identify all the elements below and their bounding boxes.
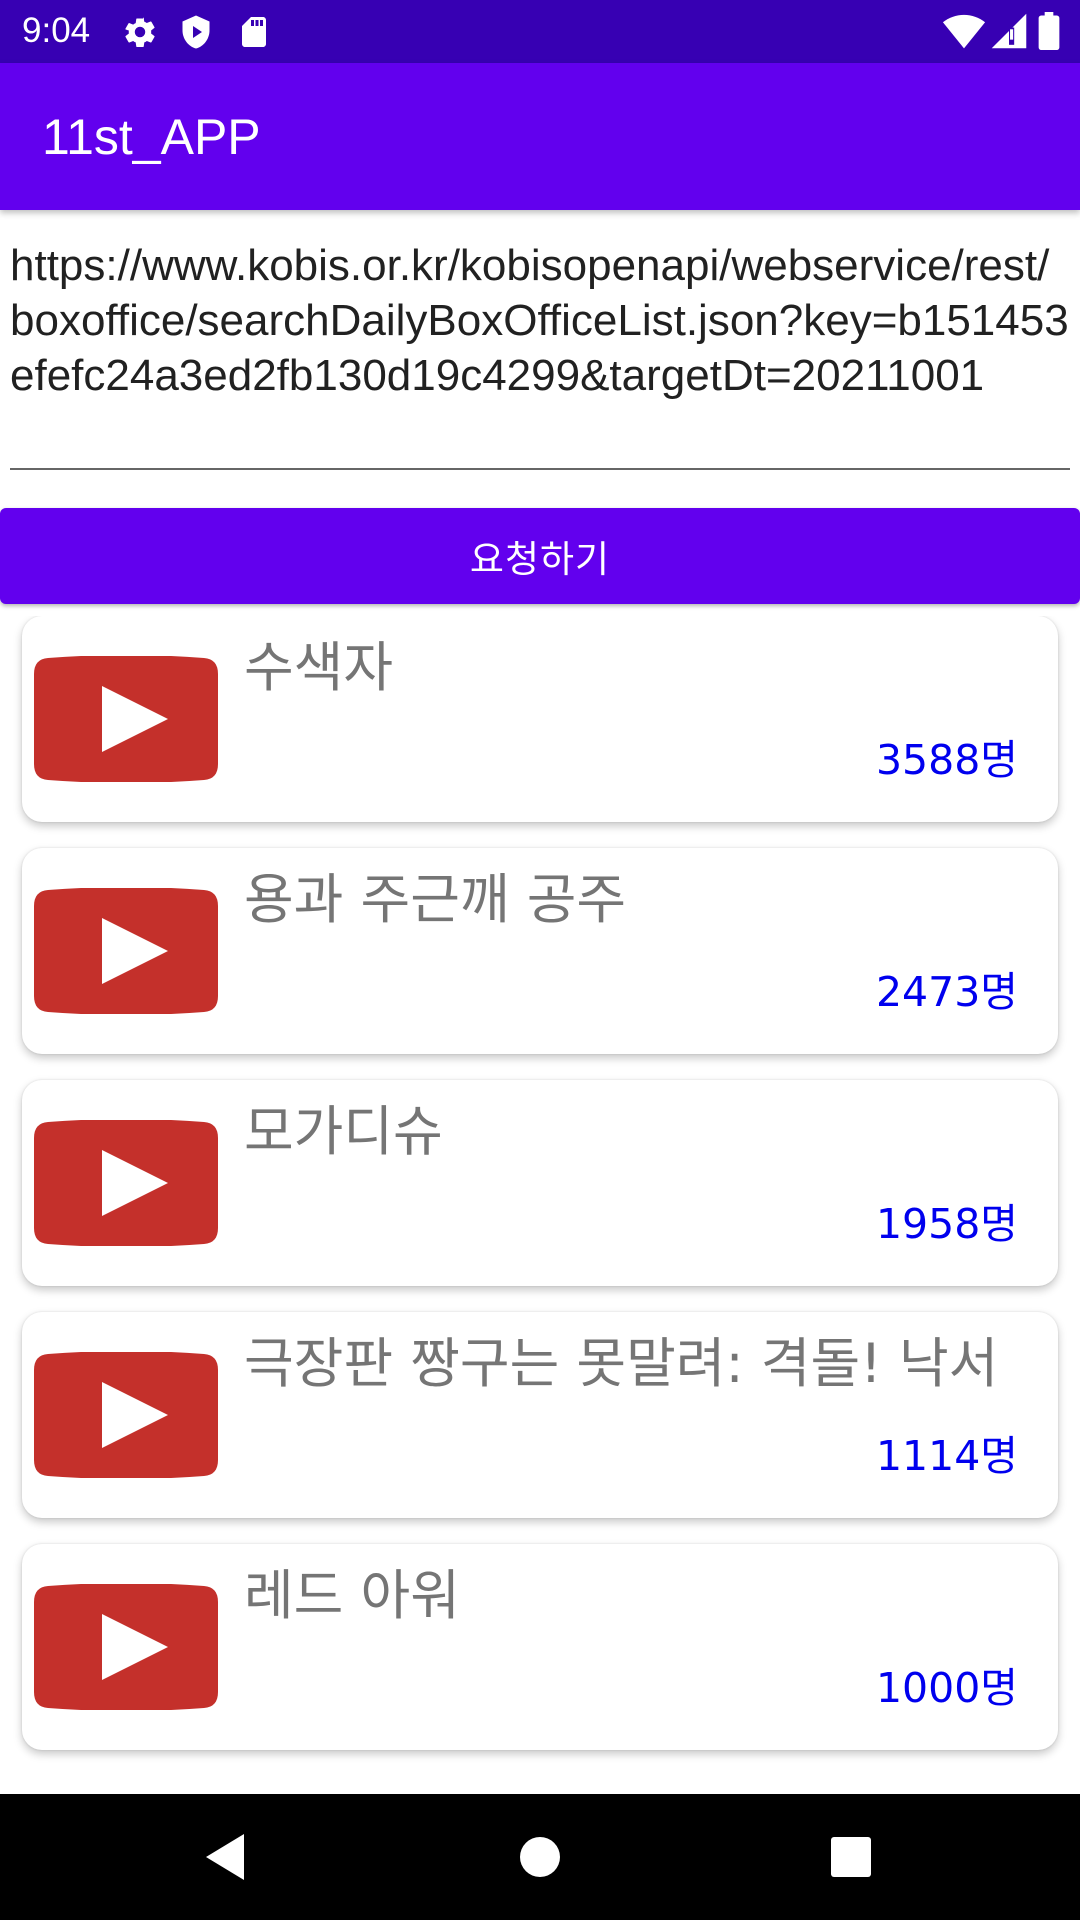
list-item[interactable]: 모가디슈 1958명	[22, 1080, 1058, 1286]
sd-card-icon	[242, 17, 266, 47]
list-item[interactable]: 극장판 짱구는 못말려: 격돌! 낙서 1114명	[22, 1312, 1058, 1518]
url-input-underline	[10, 468, 1070, 470]
app-bar: 11st_APP	[0, 63, 1080, 210]
movie-list[interactable]: 수색자 3588명 용과 주근깨 공주 2473명 모가디슈 1958명 극장판…	[0, 616, 1080, 1763]
audience-count: 1114명	[875, 1432, 1018, 1480]
audience-count: 2473명	[875, 968, 1018, 1016]
recents-icon[interactable]	[820, 1826, 882, 1888]
back-icon[interactable]	[194, 1826, 256, 1888]
shield-icon	[182, 15, 210, 49]
audience-count: 1000명	[875, 1664, 1018, 1712]
play-icon	[34, 1352, 218, 1478]
battery-icon	[1038, 12, 1060, 50]
app-title: 11st_APP	[42, 109, 261, 165]
audience-count: 3588명	[875, 736, 1018, 784]
cell-signal-icon	[991, 13, 1027, 49]
request-button[interactable]: 요청하기	[0, 508, 1080, 604]
audience-count: 1958명	[875, 1200, 1018, 1248]
play-icon	[34, 1584, 218, 1710]
status-time: 9:04	[22, 11, 91, 50]
list-item[interactable]: 레드 아워 1000명	[22, 1544, 1058, 1750]
url-input[interactable]: https://www.kobis.or.kr/kobisopenapi/web…	[10, 238, 1070, 403]
gear-icon	[125, 17, 155, 48]
movie-title: 극장판 짱구는 못말려: 격돌! 낙서	[244, 1332, 999, 1395]
list-item[interactable]: 용과 주근깨 공주 2473명	[22, 848, 1058, 1054]
movie-title: 용과 주근깨 공주	[244, 868, 627, 931]
movie-title: 수색자	[244, 636, 394, 699]
list-item[interactable]: 수색자 3588명	[22, 616, 1058, 822]
movie-title: 레드 아워	[244, 1564, 460, 1627]
wifi-icon	[942, 14, 986, 49]
navigation-bar	[0, 1794, 1080, 1920]
home-icon[interactable]	[509, 1826, 571, 1888]
play-icon	[34, 1120, 218, 1246]
play-icon	[34, 888, 218, 1014]
movie-title: 모가디슈	[244, 1100, 443, 1163]
status-bar: 9:04	[0, 0, 1080, 63]
play-icon	[34, 656, 218, 782]
